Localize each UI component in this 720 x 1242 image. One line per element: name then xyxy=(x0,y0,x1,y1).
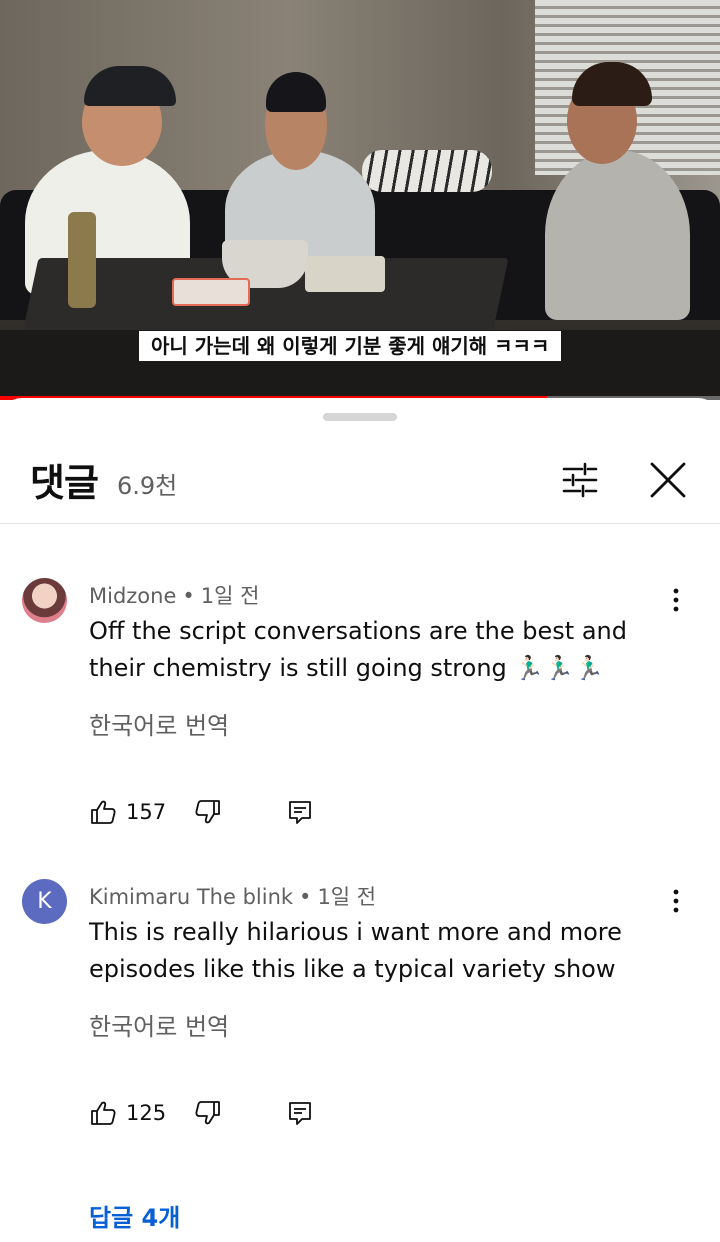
header-divider xyxy=(0,523,720,524)
video-subtitle: 아니 가는데 왜 이렇게 기분 좋게 얘기해 ㅋㅋㅋ xyxy=(139,331,562,361)
more-vert-icon[interactable] xyxy=(662,887,690,915)
comment-author[interactable]: Midzone xyxy=(89,584,176,608)
translate-link[interactable]: 한국어로 번역 xyxy=(89,1007,229,1042)
reply-icon[interactable] xyxy=(286,798,314,826)
comment-time: 1일 전 xyxy=(200,584,260,608)
thumbs-up-icon[interactable] xyxy=(89,798,117,826)
video-scene-thermos xyxy=(68,212,96,308)
video-scene-tiger-plush xyxy=(362,150,492,192)
reply-icon[interactable] xyxy=(286,1099,314,1127)
close-icon[interactable] xyxy=(644,456,692,504)
comment-text: This is really hilarious i want more and… xyxy=(89,918,622,983)
more-vert-icon[interactable] xyxy=(662,586,690,614)
avatar[interactable]: K xyxy=(22,879,67,924)
thumbs-down-icon[interactable] xyxy=(194,798,222,826)
comments-title: 댓글 xyxy=(30,461,99,505)
meta-separator: • xyxy=(299,885,312,909)
avatar[interactable] xyxy=(22,578,67,623)
comment-meta: Midzone • 1일 전 xyxy=(89,580,259,610)
sort-filter-icon[interactable] xyxy=(556,456,604,504)
comment-meta: Kimimaru The blink • 1일 전 xyxy=(89,881,376,911)
drag-handle[interactable] xyxy=(323,413,397,421)
comment-time: 1일 전 xyxy=(317,885,377,909)
meta-separator: • xyxy=(182,584,195,608)
translate-link[interactable]: 한국어로 번역 xyxy=(89,706,229,741)
comment-author[interactable]: Kimimaru The blink xyxy=(89,885,293,909)
like-count: 125 xyxy=(126,1101,167,1125)
video-scene-container xyxy=(305,256,385,292)
comments-count: 6.9천 xyxy=(117,472,178,500)
video-scene-container xyxy=(172,278,250,306)
comments-sheet: 댓글 6.9천 Midzone • 1일 전 Off the script conv… xyxy=(0,398,720,1242)
video-scene-person-right xyxy=(545,150,690,320)
view-replies-button[interactable]: 답글 4개 xyxy=(89,1198,180,1233)
thumbs-up-icon[interactable] xyxy=(89,1099,117,1127)
comment-text: Off the script conversations are the bes… xyxy=(89,617,627,682)
thumbs-down-icon[interactable] xyxy=(194,1099,222,1127)
video-player[interactable]: 아니 가는데 왜 이렇게 기분 좋게 얘기해 ㅋㅋㅋ xyxy=(0,0,720,400)
like-count: 157 xyxy=(126,800,167,824)
